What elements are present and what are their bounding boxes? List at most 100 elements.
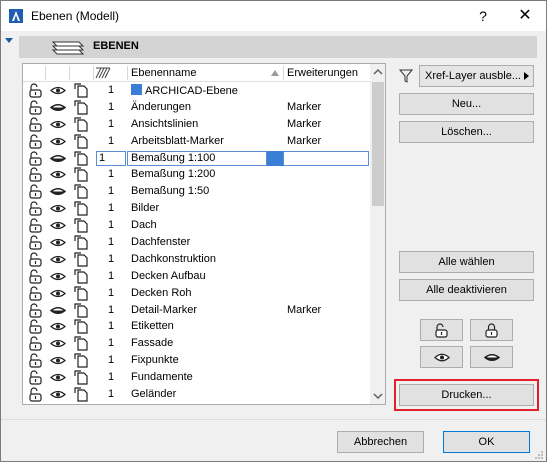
layer-name[interactable]: Ansichtslinien (131, 118, 198, 130)
unlocked-icon[interactable] (28, 269, 44, 284)
unlocked-icon[interactable] (28, 336, 44, 351)
layer-row[interactable]: 1 Decken Aufbau (23, 268, 370, 285)
wireframe-sheet-icon[interactable] (74, 336, 90, 351)
scroll-up-arrow-icon[interactable] (370, 64, 386, 80)
unlocked-icon[interactable] (28, 252, 44, 267)
ok-button[interactable]: OK (443, 431, 530, 453)
layer-intersection-number[interactable]: 1 (108, 304, 114, 316)
unlocked-icon[interactable] (28, 387, 44, 402)
layer-intersection-number[interactable]: 1 (108, 236, 114, 248)
layer-row[interactable]: 1 ARCHICAD-Ebene (23, 82, 370, 99)
layer-row[interactable]: 1 Dach (23, 217, 370, 234)
layer-intersection-number[interactable]: 1 (108, 219, 114, 231)
layer-name[interactable]: Bemaßung 1:200 (131, 168, 215, 180)
close-button[interactable]: ✕ (505, 1, 545, 31)
layer-name[interactable]: Fixpunkte (131, 354, 179, 366)
eye-open-icon[interactable] (50, 218, 66, 233)
unlocked-icon[interactable] (28, 370, 44, 385)
deactivate-all-button[interactable]: Alle deaktivieren (399, 279, 534, 301)
eye-open-icon[interactable] (50, 134, 66, 149)
eye-open-icon[interactable] (50, 83, 66, 98)
layer-intersection-number[interactable]: 1 (108, 371, 114, 383)
layer-row[interactable]: 1 Bemaßung 1:100 (23, 149, 370, 167)
wireframe-sheet-icon[interactable] (74, 252, 90, 267)
layer-row[interactable]: 1 Etiketten (23, 318, 370, 335)
unlocked-icon[interactable] (28, 218, 44, 233)
unlocked-icon[interactable] (28, 117, 44, 132)
layer-name[interactable]: Bilder (131, 202, 159, 214)
unlocked-icon[interactable] (28, 134, 44, 149)
layer-name-cell[interactable]: ARCHICAD-Ebene (131, 84, 238, 97)
layer-row[interactable]: 1 Ansichtslinien Marker (23, 116, 370, 133)
layer-row[interactable]: 1 Fundamente (23, 369, 370, 386)
eye-open-icon[interactable] (50, 167, 66, 182)
layer-name[interactable]: Dachfenster (131, 236, 190, 248)
layer-row[interactable]: 1 Änderungen Marker (23, 99, 370, 116)
cancel-button[interactable]: Abbrechen (337, 431, 424, 453)
layer-intersection-number[interactable]: 1 (108, 202, 114, 214)
layer-intersection-number[interactable]: 1 (108, 135, 114, 147)
wireframe-sheet-icon[interactable] (74, 83, 90, 98)
layer-intersection-number[interactable]: 1 (108, 320, 114, 332)
eye-closed-icon[interactable] (50, 184, 66, 199)
wireframe-sheet-icon[interactable] (74, 117, 90, 132)
unlocked-icon[interactable] (28, 353, 44, 368)
layer-row[interactable]: 1 Bilder (23, 200, 370, 217)
eye-open-icon[interactable] (50, 252, 66, 267)
delete-layer-button[interactable]: Löschen... (399, 121, 534, 143)
lock-layers-button[interactable] (470, 319, 513, 341)
layer-intersection-number[interactable]: 1 (108, 287, 114, 299)
layer-name[interactable]: Fundamente (131, 371, 193, 383)
wireframe-sheet-icon[interactable] (74, 302, 90, 318)
layer-name[interactable]: Detail-Marker (131, 304, 197, 316)
unlocked-icon[interactable] (28, 319, 44, 335)
sort-ascending-icon[interactable] (271, 70, 279, 76)
layer-name[interactable]: Decken Aufbau (131, 270, 206, 282)
layer-name[interactable]: Etiketten (131, 320, 174, 332)
eye-open-icon[interactable] (50, 370, 66, 385)
new-layer-button[interactable]: Neu... (399, 93, 534, 115)
wireframe-sheet-icon[interactable] (74, 218, 90, 233)
unlocked-icon[interactable] (28, 100, 44, 115)
wireframe-sheet-icon[interactable] (74, 201, 90, 216)
layer-intersection-number[interactable]: 1 (108, 168, 114, 180)
unlocked-icon[interactable] (28, 83, 44, 98)
eye-open-icon[interactable] (50, 319, 66, 334)
unlocked-icon[interactable] (28, 167, 44, 183)
wireframe-sheet-icon[interactable] (74, 134, 90, 149)
eye-open-icon[interactable] (50, 387, 66, 402)
unlocked-icon[interactable] (28, 184, 44, 199)
select-all-button[interactable]: Alle wählen (399, 251, 534, 273)
unlocked-icon[interactable] (28, 286, 44, 301)
layer-name[interactable]: Dach (131, 219, 157, 231)
unlock-layers-button[interactable] (420, 319, 463, 341)
layer-row[interactable]: 1 Dachkonstruktion (23, 251, 370, 268)
layer-row[interactable]: 1 Bemaßung 1:200 (23, 166, 370, 183)
eye-open-icon[interactable] (50, 353, 66, 368)
eye-open-icon[interactable] (50, 286, 66, 301)
layer-row[interactable]: 1 Fassade (23, 335, 370, 352)
layer-row[interactable]: 1 Detail-Marker Marker (23, 302, 370, 319)
wireframe-sheet-icon[interactable] (74, 269, 90, 284)
eye-open-icon[interactable] (50, 235, 66, 250)
show-layers-button[interactable] (420, 346, 463, 368)
eye-closed-icon[interactable] (50, 151, 66, 166)
wireframe-sheet-icon[interactable] (74, 150, 90, 166)
scroll-down-arrow-icon[interactable] (370, 388, 386, 404)
layer-intersection-number[interactable]: 1 (108, 270, 114, 282)
layer-name[interactable]: Geländer (131, 388, 176, 400)
layer-intersection-number[interactable]: 1 (108, 253, 114, 265)
unlocked-icon[interactable] (28, 235, 44, 250)
layer-intersection-number[interactable]: 1 (108, 118, 114, 130)
layer-row[interactable]: 1 Bemaßung 1:50 (23, 183, 370, 200)
wireframe-sheet-icon[interactable] (74, 286, 90, 301)
help-button[interactable]: ? (463, 1, 503, 31)
layer-name[interactable]: Fassade (131, 337, 173, 349)
eye-open-icon[interactable] (50, 117, 66, 132)
unlocked-icon[interactable] (28, 151, 44, 166)
layer-row[interactable]: 1 Fixpunkte (23, 352, 370, 369)
column-header-name[interactable]: Ebenenname (131, 67, 196, 79)
unlocked-icon[interactable] (28, 201, 44, 216)
print-button[interactable]: Drucken... (399, 384, 534, 406)
layer-name[interactable]: Arbeitsblatt-Marker (131, 135, 224, 147)
